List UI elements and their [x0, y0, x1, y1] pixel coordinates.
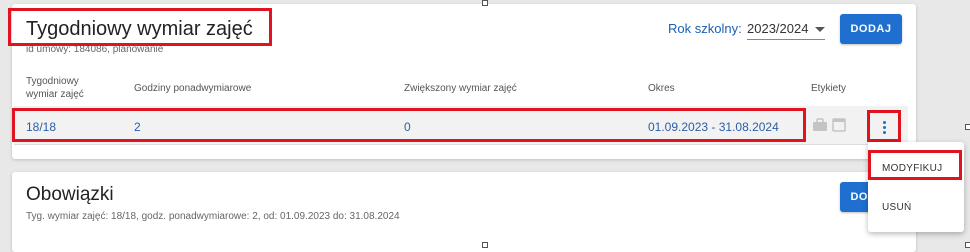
briefcase-icon [813, 118, 827, 131]
chevron-down-icon[interactable] [815, 27, 825, 32]
row-highlight [12, 108, 806, 142]
column-header-labels: Etykiety [811, 83, 847, 94]
resize-handle-corner[interactable] [965, 242, 970, 248]
resize-handle-top[interactable] [482, 0, 488, 6]
menu-item-delete[interactable]: USUŃ [868, 202, 964, 213]
modify-highlight [868, 150, 962, 180]
column-header-increased: Zwiększony wymiar zajęć [404, 83, 517, 94]
kebab-highlight [867, 110, 901, 142]
column-header-overtime: Godziny ponadwymiarowe [134, 83, 252, 94]
school-year-select[interactable]: 2023/2024 [747, 21, 825, 40]
add-weekly-hours-button[interactable]: DODAJ [840, 14, 902, 44]
calendar-icon [832, 118, 846, 132]
school-year-label: Rok szkolny: [668, 21, 742, 36]
column-header-weekly: Tygodniowy wymiar zajęć [26, 76, 84, 100]
column-header-period: Okres [648, 83, 675, 94]
resize-handle-bottom[interactable] [482, 242, 488, 248]
title-highlight [8, 8, 272, 46]
school-year-value: 2023/2024 [747, 21, 809, 36]
duties-title: Obowiązki [26, 184, 114, 205]
duties-subtitle: Tyg. wymiar zajęć: 18/18, godz. ponadwym… [26, 211, 400, 222]
resize-handle-right[interactable] [965, 124, 970, 130]
